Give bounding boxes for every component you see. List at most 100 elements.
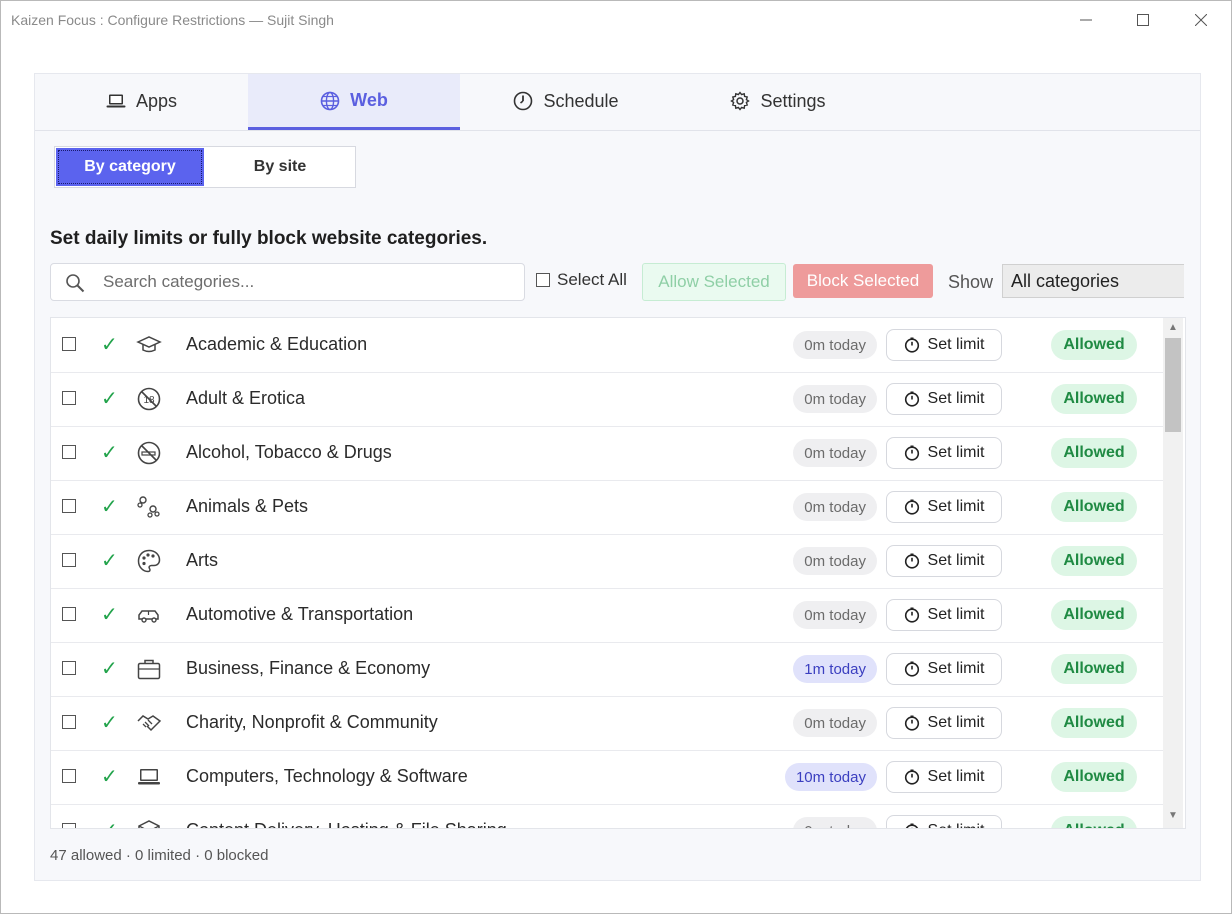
check-mark-icon: ✓ — [101, 712, 118, 734]
status-badge[interactable]: Allowed — [1051, 438, 1137, 468]
check-mark-icon: ✓ — [101, 442, 118, 464]
scroll-up-arrow[interactable]: ▲ — [1167, 322, 1179, 336]
usage-badge: 0m today — [793, 601, 877, 629]
timer-icon — [904, 607, 919, 623]
select-all[interactable]: Select All — [536, 270, 627, 290]
usage-badge: 0m today — [793, 547, 877, 575]
set-limit-button[interactable]: Set limit — [886, 653, 1002, 685]
set-limit-button[interactable]: Set limit — [886, 437, 1002, 469]
check-mark-icon: ✓ — [101, 388, 118, 410]
row-checkbox[interactable] — [62, 715, 76, 729]
category-name: Arts — [186, 550, 219, 570]
status-badge[interactable]: Allowed — [1051, 492, 1137, 522]
category-row[interactable]: ✓ Charity, Nonprofit & Community 0m today S… — [51, 696, 1163, 751]
check-mark-icon: ✓ — [101, 496, 118, 518]
by-category-button[interactable]: By category — [56, 148, 204, 186]
row-checkbox[interactable] — [62, 445, 76, 459]
category-row[interactable]: ✓ 18 Adult & Erotica 0m today Set limit Allow… — [51, 372, 1163, 427]
status-badge[interactable]: Allowed — [1051, 816, 1137, 828]
tab-schedule[interactable]: Schedule — [460, 74, 672, 128]
close-button[interactable] — [1172, 1, 1230, 39]
handshake-icon — [136, 710, 162, 736]
set-limit-label: Set limit — [927, 336, 985, 353]
usage-badge: 0m today — [793, 439, 877, 467]
set-limit-button[interactable]: Set limit — [886, 491, 1002, 523]
allow-selected-button[interactable]: Allow Selected — [642, 263, 786, 301]
set-limit-button[interactable]: Set limit — [886, 545, 1002, 577]
svg-text:18: 18 — [143, 395, 155, 406]
row-checkbox[interactable] — [62, 337, 76, 351]
set-limit-button[interactable]: Set limit — [886, 383, 1002, 415]
check-mark-icon: ✓ — [101, 818, 118, 828]
category-row[interactable]: ✓ Automotive & Transportation 0m today Set … — [51, 588, 1163, 643]
category-name: Automotive & Transportation — [186, 604, 414, 624]
usage-badge: 0m today — [793, 817, 877, 828]
briefcase-icon — [136, 656, 162, 682]
maximize-button[interactable] — [1114, 1, 1172, 39]
minimize-button[interactable] — [1057, 1, 1115, 39]
status-badge[interactable]: Allowed — [1051, 546, 1137, 576]
search-icon — [66, 274, 85, 293]
status-badge[interactable]: Allowed — [1051, 330, 1137, 360]
category-row[interactable]: ✓ Alcohol, Tobacco & Drugs 0m today Set lim… — [51, 426, 1163, 481]
row-checkbox[interactable] — [62, 661, 76, 675]
status-badge[interactable]: Allowed — [1051, 762, 1137, 792]
timer-icon — [904, 769, 919, 785]
set-limit-button[interactable]: Set limit — [886, 599, 1002, 631]
status-badge[interactable]: Allowed — [1051, 384, 1137, 414]
set-limit-button[interactable]: Set limit — [886, 707, 1002, 739]
scroll-thumb[interactable] — [1165, 338, 1181, 432]
check-mark-icon: ✓ — [101, 334, 118, 356]
mode-toggle: By category By site — [54, 146, 356, 188]
category-filter-select[interactable]: All categories — [1002, 264, 1184, 298]
globe-icon — [320, 91, 340, 110]
row-checkbox[interactable] — [62, 499, 76, 513]
maximize-icon — [1137, 14, 1149, 26]
category-row[interactable]: ✓ Business, Finance & Economy 1m today Set … — [51, 642, 1163, 697]
category-row[interactable]: ✓ Content Delivery, Hosting & File Sharin… — [51, 804, 1163, 828]
category-name: Content Delivery, Hosting & File Sharing — [186, 820, 507, 828]
category-row[interactable]: ✓ Animals & Pets 0m today Set limit Allowed — [51, 480, 1163, 535]
row-checkbox[interactable] — [62, 391, 76, 405]
page-heading: Set daily limits or fully block website … — [50, 228, 488, 249]
row-checkbox[interactable] — [62, 769, 76, 783]
block-selected-button[interactable]: Block Selected — [793, 264, 933, 298]
search-box — [50, 263, 525, 301]
category-row[interactable]: ✓ Computers, Technology & Software 10m tod… — [51, 750, 1163, 805]
minimize-icon — [1080, 19, 1092, 21]
set-limit-button[interactable]: Set limit — [886, 329, 1002, 361]
tab-bar: Apps Web Schedule Settings — [35, 74, 1200, 131]
age-18-icon: 18 — [136, 386, 162, 412]
scroll-down-arrow[interactable]: ▼ — [1167, 810, 1179, 824]
list-scrollbar[interactable]: ▲ ▼ — [1163, 318, 1183, 828]
row-checkbox[interactable] — [62, 607, 76, 621]
status-badge[interactable]: Allowed — [1051, 708, 1137, 738]
timer-icon — [904, 553, 919, 569]
select-all-checkbox[interactable] — [536, 273, 550, 287]
usage-badge: 10m today — [784, 763, 877, 791]
usage-badge: 1m today — [793, 655, 877, 683]
tab-web[interactable]: Web — [248, 74, 460, 130]
row-checkbox[interactable] — [62, 553, 76, 567]
check-mark-icon: ✓ — [101, 550, 118, 572]
timer-icon — [904, 499, 919, 515]
status-badge[interactable]: Allowed — [1051, 600, 1137, 630]
status-badge[interactable]: Allowed — [1051, 654, 1137, 684]
category-row[interactable]: ✓ Academic & Education 0m today Set limit Al… — [51, 318, 1163, 373]
tab-settings[interactable]: Settings — [672, 74, 884, 128]
set-limit-label: Set limit — [927, 768, 985, 785]
check-mark-icon: ✓ — [101, 604, 118, 626]
by-site-button[interactable]: By site — [205, 147, 355, 187]
set-limit-button[interactable]: Set limit — [886, 815, 1002, 828]
category-row[interactable]: ✓ Arts 0m today Set limit Allowed — [51, 534, 1163, 589]
search-input[interactable] — [101, 268, 515, 296]
usage-badge: 0m today — [793, 385, 877, 413]
tab-apps[interactable]: Apps — [35, 74, 248, 128]
car-icon — [136, 602, 162, 628]
category-name: Adult & Erotica — [186, 388, 306, 408]
row-checkbox[interactable] — [62, 823, 76, 828]
select-all-label: Select All — [557, 270, 627, 289]
set-limit-label: Set limit — [927, 390, 985, 407]
set-limit-label: Set limit — [927, 552, 985, 569]
set-limit-button[interactable]: Set limit — [886, 761, 1002, 793]
